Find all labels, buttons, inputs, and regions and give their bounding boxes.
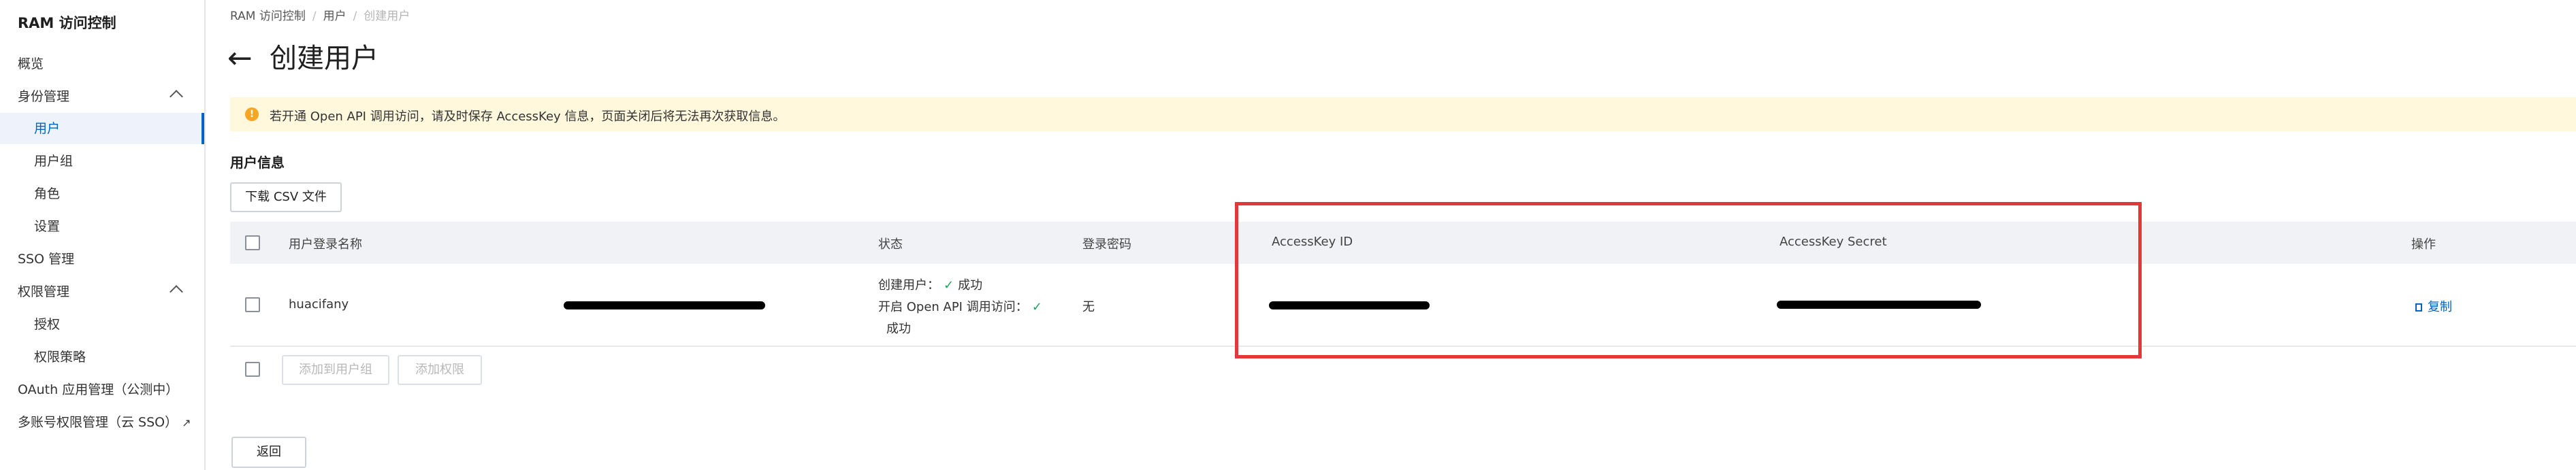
page-title: 创建用户 <box>270 43 379 74</box>
row-checkbox[interactable] <box>245 297 260 312</box>
section-title: 用户信息 <box>230 154 285 171</box>
status-create-label: 创建用户： <box>878 278 939 292</box>
table-header: 用户登录名称 状态 登录密码 AccessKey ID AccessKey Se… <box>230 222 2576 264</box>
check-icon: ✓ <box>944 278 954 292</box>
batch-checkbox[interactable] <box>245 362 260 377</box>
external-link-icon: ↗ <box>182 416 191 429</box>
sidebar-item-cloud-sso[interactable]: 多账号权限管理（云 SSO） ↗ <box>0 407 204 438</box>
sidebar-item-label: 身份管理 <box>18 89 70 104</box>
sidebar-item-roles[interactable]: 角色 <box>0 178 204 209</box>
warning-icon: ! <box>245 107 259 121</box>
return-button[interactable]: 返回 <box>231 437 306 468</box>
status-cell: 创建用户： ✓ 成功 开启 Open API 调用访问： ✓ 成功 <box>878 275 1046 340</box>
redaction-mark <box>564 301 765 309</box>
select-all-checkbox[interactable] <box>245 235 260 250</box>
breadcrumb-item-ram[interactable]: RAM 访问控制 <box>230 10 306 23</box>
login-name-text: huacifany <box>289 297 349 312</box>
table-row: huacifany 创建用户： ✓ 成功 开启 Open API 调用访问： ✓ 成功… <box>230 264 2576 347</box>
sidebar-group-identity[interactable]: 身份管理 <box>0 81 204 112</box>
redaction-mark <box>1269 301 1430 309</box>
sidebar-item-settings[interactable]: 设置 <box>0 211 204 242</box>
check-icon: ✓ <box>1031 300 1042 314</box>
sidebar-item-label: 多账号权限管理（云 SSO） <box>18 415 178 430</box>
column-accesskey-id: AccessKey ID <box>1272 235 1353 249</box>
sidebar-item-label: 概览 <box>18 56 44 71</box>
sidebar-item-label: 角色 <box>34 186 61 201</box>
sidebar-item-label: 权限管理 <box>18 284 70 299</box>
column-password: 登录密码 <box>1082 237 1131 252</box>
column-accesskey-secret: AccessKey Secret <box>1780 235 1887 249</box>
sidebar-item-label: 设置 <box>34 219 61 234</box>
sidebar-item-user-groups[interactable]: 用户组 <box>0 146 204 177</box>
sidebar-item-users[interactable]: 用户 <box>0 113 204 144</box>
add-to-group-button[interactable]: 添加到用户组 <box>282 355 389 385</box>
add-permission-button[interactable]: 添加权限 <box>398 355 482 385</box>
chevron-up-icon <box>170 285 183 299</box>
sidebar-item-label: SSO 管理 <box>18 252 75 267</box>
column-login-name: 用户登录名称 <box>289 237 362 252</box>
login-name: huacifany <box>289 297 349 312</box>
notice-text: 若开通 Open API 调用访问，请及时保存 AccessKey 信息，页面关… <box>270 110 786 124</box>
chevron-up-icon <box>170 90 183 103</box>
copy-label: 复制 <box>2428 300 2452 314</box>
status-create-result: 成功 <box>958 278 983 292</box>
breadcrumb: RAM 访问控制 / 用户 / 创建用户 <box>230 6 410 23</box>
sidebar-group-permissions[interactable]: 权限管理 <box>0 276 204 307</box>
column-status: 状态 <box>878 237 903 252</box>
back-arrow-icon[interactable]: ← <box>227 42 253 75</box>
sidebar-item-label: 用户组 <box>34 154 74 169</box>
sidebar-title: RAM 访问控制 <box>18 15 116 31</box>
sidebar: RAM 访问控制 概览 身份管理 用户 用户组 角色 设置 SSO 管理 权限管… <box>0 0 206 470</box>
sidebar-item-label: 权限策略 <box>34 350 86 365</box>
status-api-label: 开启 Open API 调用访问： <box>878 300 1028 314</box>
sidebar-item-policies[interactable]: 权限策略 <box>0 341 204 373</box>
breadcrumb-separator: / <box>312 10 317 23</box>
download-csv-button[interactable]: 下载 CSV 文件 <box>230 182 342 212</box>
copy-button[interactable]: 复制 <box>2415 297 2452 315</box>
redaction-mark <box>1777 301 1981 309</box>
sidebar-item-label: 用户 <box>34 121 61 136</box>
sidebar-item-label: OAuth 应用管理（公测中） <box>18 382 179 397</box>
status-api-result: 成功 <box>886 322 911 336</box>
sidebar-item-oauth[interactable]: OAuth 应用管理（公测中） <box>0 374 204 405</box>
sidebar-item-overview[interactable]: 概览 <box>0 48 204 80</box>
breadcrumb-item-current: 创建用户 <box>364 10 410 23</box>
copy-icon <box>2415 303 2422 312</box>
sidebar-item-grants[interactable]: 授权 <box>0 309 204 340</box>
sidebar-item-label: 授权 <box>34 317 61 332</box>
column-actions: 操作 <box>2411 237 2436 252</box>
password-value: 无 <box>1082 300 1095 314</box>
sidebar-item-sso[interactable]: SSO 管理 <box>0 244 204 275</box>
breadcrumb-separator: / <box>353 10 357 23</box>
warning-notice: ! 若开通 Open API 调用访问，请及时保存 AccessKey 信息，页… <box>230 97 2576 131</box>
breadcrumb-item-users[interactable]: 用户 <box>323 10 347 23</box>
